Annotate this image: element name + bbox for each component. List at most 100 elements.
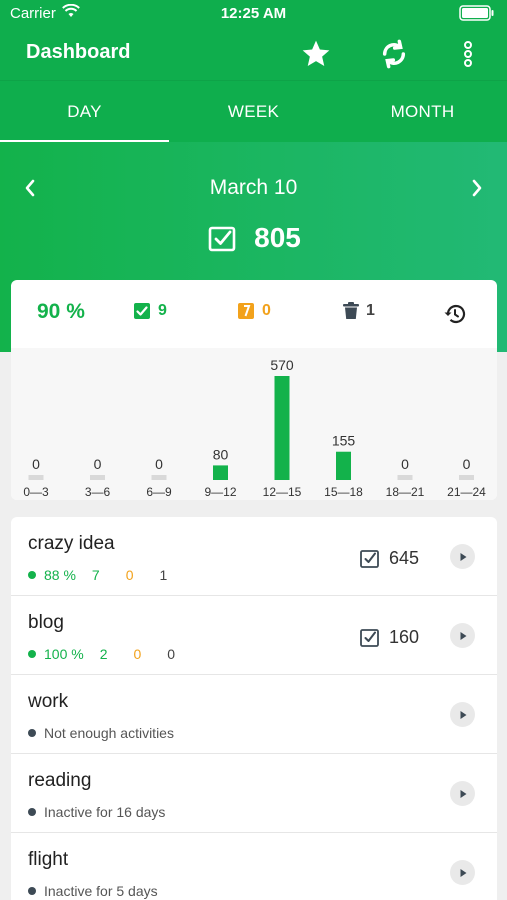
- history-icon: [444, 304, 466, 324]
- chart-tick-label: 12—15: [263, 485, 302, 499]
- chart-value-label: 0: [401, 456, 409, 472]
- project-note: Inactive for 16 days: [44, 804, 166, 820]
- project-name: reading: [28, 770, 92, 791]
- deleted-count: 1: [366, 302, 375, 319]
- play-button[interactable]: [450, 623, 475, 648]
- sync-icon[interactable]: [376, 36, 412, 72]
- status-dot: [28, 571, 36, 579]
- status-dot: [28, 887, 36, 895]
- chart-tick-label: 0—3: [23, 485, 49, 499]
- chart-value-label: 0: [463, 456, 471, 472]
- project-count-value: 645: [388, 547, 419, 568]
- status-bar: Carrier 12:25 AM: [0, 0, 507, 28]
- deleted-stat: 1: [343, 302, 375, 320]
- project-item-crazy-idea[interactable]: crazy idea 88 % 7 0 1 645: [11, 517, 497, 596]
- stats-card: 90 % 9 0 1 0 0—3 0 3—6 0 6—9 80 9—12 570 12—15 155…: [11, 280, 497, 500]
- total-value: 805: [254, 222, 301, 253]
- project-item-blog[interactable]: blog 100 % 2 0 0 160: [11, 596, 497, 675]
- play-button[interactable]: [450, 702, 475, 727]
- chart-bar-18—21: [397, 475, 413, 480]
- play-button[interactable]: [450, 544, 475, 569]
- chart-tick-label: 6—9: [146, 485, 172, 499]
- chart-bar-6—9: [151, 475, 167, 480]
- more-vertical-icon[interactable]: [450, 36, 486, 72]
- project-late: 0: [133, 646, 142, 662]
- chart-bar-12—15: [274, 376, 290, 480]
- done-check-icon: [134, 303, 150, 319]
- hourly-bar-chart: 0 0—3 0 3—6 0 6—9 80 9—12 570 12—15 155 15—18 0 18—21…: [23, 357, 486, 499]
- play-icon: [460, 552, 466, 561]
- clock: 12:25 AM: [220, 5, 287, 22]
- late-stat: 0: [237, 302, 271, 320]
- chart-value-label: 80: [213, 446, 229, 462]
- chart-tick-label: 21—24: [447, 485, 486, 499]
- status-dot: [28, 808, 36, 816]
- period-tabs: DAY WEEK MONTH: [0, 80, 507, 143]
- next-day-button[interactable]: [462, 174, 492, 204]
- project-count: 645: [359, 547, 419, 569]
- status-dot: [28, 650, 36, 658]
- project-percent: 88 %: [44, 567, 76, 583]
- stats-row: 90 % 9 0 1: [11, 280, 497, 348]
- play-icon: [460, 710, 466, 719]
- project-deleted: 0: [167, 646, 176, 662]
- project-note: Not enough activities: [44, 725, 174, 741]
- chart-value-label: 155: [332, 433, 356, 449]
- star-icon[interactable]: [298, 36, 334, 72]
- project-item-flight[interactable]: flight Inactive for 5 days: [11, 833, 497, 900]
- battery-icon: [459, 5, 497, 25]
- history-button[interactable]: [443, 302, 467, 326]
- total-count: 805: [0, 222, 507, 254]
- project-note: Inactive for 5 days: [44, 883, 158, 899]
- project-name: crazy idea: [28, 533, 115, 554]
- checked-box-icon: [208, 226, 236, 252]
- checked-box-icon: [360, 550, 379, 568]
- project-item-reading[interactable]: reading Inactive for 16 days: [11, 754, 497, 833]
- hourly-chart: 0 0—3 0 3—6 0 6—9 80 9—12 570 12—15 155 15—18 0 18—21…: [11, 348, 497, 500]
- project-deleted: 1: [159, 567, 168, 583]
- project-name: blog: [28, 612, 64, 633]
- status-dot: [28, 729, 36, 737]
- trash-icon: [343, 302, 359, 319]
- tab-day[interactable]: DAY: [0, 81, 169, 143]
- project-item-work[interactable]: work Not enough activities: [11, 675, 497, 754]
- chart-value-label: 0: [155, 456, 163, 472]
- project-stats: 88 % 7 0 1: [28, 567, 167, 583]
- chart-bar-15—18: [336, 451, 351, 480]
- chart-value-label: 0: [94, 456, 102, 472]
- done-stat: 9: [133, 302, 167, 320]
- tab-label: MONTH: [390, 102, 455, 121]
- project-count: 160: [359, 626, 419, 648]
- late-count: 0: [262, 302, 271, 319]
- chart-bar-0—3: [28, 475, 44, 480]
- chart-bar-21—24: [459, 475, 474, 480]
- late-icon: [238, 303, 254, 319]
- tab-week[interactable]: WEEK: [169, 81, 338, 143]
- project-name: work: [28, 691, 69, 712]
- play-button[interactable]: [450, 860, 475, 885]
- play-button[interactable]: [450, 781, 475, 806]
- project-list: crazy idea 88 % 7 0 1 645 blog 100 % 2 0…: [11, 517, 497, 900]
- chart-bar-9—12: [213, 465, 228, 480]
- project-late: 0: [125, 567, 134, 583]
- checked-box-icon: [360, 629, 379, 647]
- chart-value-label: 570: [270, 357, 294, 373]
- chart-tick-label: 9—12: [204, 485, 236, 499]
- chart-tick-label: 3—6: [85, 485, 111, 499]
- chart-tick-label: 15—18: [324, 485, 363, 499]
- play-icon: [460, 868, 466, 877]
- project-stats: 100 % 2 0 0: [28, 646, 175, 662]
- project-status: Not enough activities: [28, 725, 174, 741]
- tab-label: WEEK: [227, 102, 280, 121]
- tab-month[interactable]: MONTH: [338, 81, 507, 143]
- tab-label: DAY: [67, 102, 102, 121]
- project-count-value: 160: [388, 626, 419, 647]
- play-icon: [460, 631, 466, 640]
- app-bar: Dashboard: [0, 28, 507, 80]
- project-percent: 100 %: [44, 646, 84, 662]
- current-date: March 10: [209, 176, 298, 199]
- play-icon: [460, 789, 466, 798]
- project-name: flight: [28, 849, 69, 870]
- project-status: Inactive for 16 days: [28, 804, 165, 820]
- project-done: 2: [99, 646, 108, 662]
